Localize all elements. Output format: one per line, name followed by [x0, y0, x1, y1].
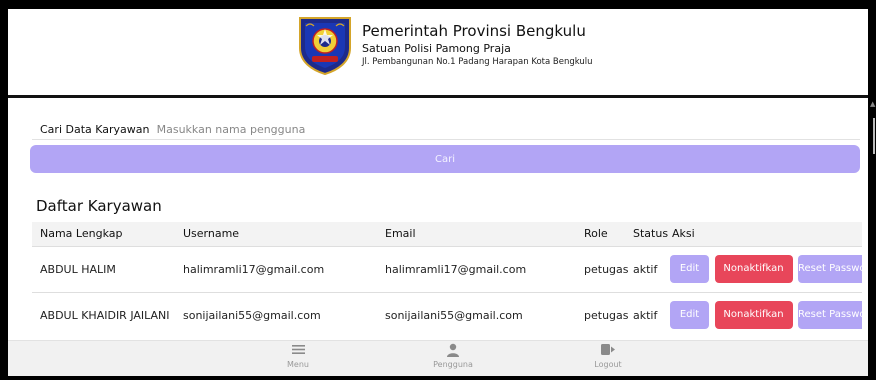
column-header-actions: Aksi: [668, 222, 862, 246]
provincial-emblem-icon: [299, 17, 351, 76]
reset-password-button[interactable]: Reset Password: [798, 255, 862, 283]
header-subtitle: Satuan Polisi Pamong Praja: [362, 42, 511, 55]
nav-label-menu: Menu: [287, 360, 309, 369]
search-row: Cari Data Karyawan: [40, 118, 860, 138]
employee-table: Nama Lengkap Username Email Role Status …: [32, 222, 862, 338]
cell-status: aktif: [625, 291, 668, 338]
column-header-username: Username: [175, 222, 377, 246]
window-frame-bottom: [0, 376, 876, 380]
column-header-role: Role: [576, 222, 625, 246]
cell-name: ABDUL HALIM: [32, 245, 175, 292]
nav-label-pengguna: Pengguna: [433, 360, 473, 369]
employee-table-container: Nama Lengkap Username Email Role Status …: [32, 222, 862, 342]
nav-item-pengguna[interactable]: Pengguna: [413, 343, 493, 369]
search-underline: [32, 139, 860, 140]
cell-email: sonijailani55@gmail.com: [377, 291, 576, 338]
nav-item-menu[interactable]: Menu: [258, 343, 338, 369]
scroll-up-icon[interactable]: ▲: [870, 100, 875, 108]
search-label: Cari Data Karyawan: [40, 123, 150, 136]
user-icon: [413, 343, 493, 360]
employee-list-title: Daftar Karyawan: [36, 197, 162, 215]
table-row: ABDUL HALIM halimramli17@gmail.com halim…: [32, 245, 862, 292]
header-divider: [8, 95, 868, 98]
window-frame-left: [0, 0, 8, 380]
search-input[interactable]: [156, 123, 457, 136]
nav-label-logout: Logout: [594, 360, 622, 369]
cell-actions: Edit Nonaktifkan Reset Password: [668, 245, 862, 292]
logout-icon: [568, 343, 648, 360]
cell-actions: Edit Nonaktifkan Reset Password: [668, 291, 862, 338]
window-frame-top: [0, 0, 876, 9]
deactivate-button[interactable]: Nonaktifkan: [714, 301, 793, 330]
cell-role: petugas: [576, 291, 629, 338]
cell-username: sonijailani55@gmail.com: [175, 291, 377, 338]
header-title: Pemerintah Provinsi Bengkulu: [362, 22, 586, 40]
cell-name: ABDUL KHAIDIR JAILANI: [32, 291, 175, 338]
cell-status: aktif: [625, 245, 668, 292]
column-header-status: Status: [625, 222, 668, 246]
cell-username: halimramli17@gmail.com: [175, 245, 377, 292]
reset-password-button[interactable]: Reset Password: [798, 301, 862, 330]
edit-button[interactable]: Edit: [670, 301, 709, 330]
column-header-email: Email: [377, 222, 576, 246]
edit-button[interactable]: Edit: [670, 255, 709, 283]
header-address: Jl. Pembangunan No.1 Padang Harapan Kota…: [362, 57, 593, 67]
cell-email: halimramli17@gmail.com: [377, 245, 576, 292]
cell-role: petugas: [576, 245, 629, 292]
deactivate-button[interactable]: Nonaktifkan: [714, 255, 793, 283]
search-button[interactable]: Cari: [30, 145, 860, 173]
table-row: ABDUL KHAIDIR JAILANI sonijailani55@gmai…: [32, 291, 862, 338]
scrollbar-thumb[interactable]: [873, 118, 875, 154]
table-header-row: Nama Lengkap Username Email Role Status …: [32, 222, 862, 246]
hamburger-icon: [258, 343, 338, 360]
bottom-navigation: Menu Pengguna Logout: [8, 340, 868, 376]
nav-item-logout[interactable]: Logout: [568, 343, 648, 369]
column-header-name: Nama Lengkap: [32, 222, 175, 246]
window-frame-right: [868, 0, 876, 380]
